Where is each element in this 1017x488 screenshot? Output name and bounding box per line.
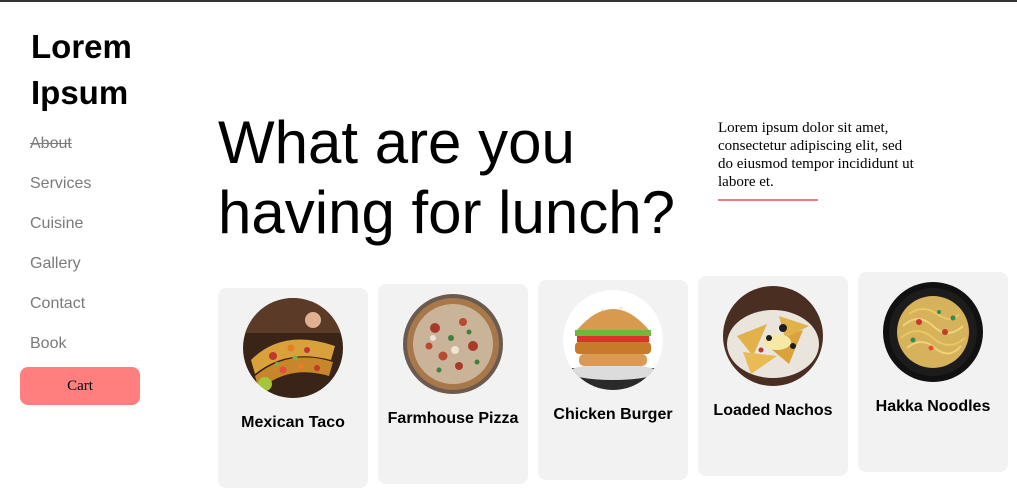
dish-name: Chicken Burger — [553, 406, 673, 423]
nachos-photo — [723, 286, 823, 386]
dish-name: Hakka Noodles — [875, 398, 991, 415]
cart-button[interactable]: Cart — [20, 367, 140, 405]
hero-heading: What are you having for lunch? — [218, 109, 675, 246]
brand-logo[interactable]: Lorem Ipsum — [31, 24, 171, 116]
hero-blurb: Lorem ipsum dolor sit amet, consectetur … — [718, 120, 914, 190]
nav-item-contact[interactable]: Contact — [30, 292, 91, 332]
dish-card-loaded-nachos[interactable]: Loaded Nachos — [698, 276, 848, 476]
dish-card-chicken-burger[interactable]: Chicken Burger — [538, 280, 688, 480]
accent-divider — [718, 199, 818, 201]
dish-name: Loaded Nachos — [713, 402, 833, 419]
nav-item-cuisine[interactable]: Cuisine — [30, 212, 91, 252]
dish-name: Mexican Taco — [241, 414, 345, 431]
nav-item-gallery[interactable]: Gallery — [30, 252, 91, 292]
taco-photo — [243, 298, 343, 398]
noodles-photo — [883, 282, 983, 382]
dish-card-mexican-taco[interactable]: Mexican Taco — [218, 288, 368, 488]
pizza-photo — [403, 294, 503, 394]
main-nav: About Services Cuisine Gallery Contact B… — [30, 132, 91, 372]
nav-item-services[interactable]: Services — [30, 172, 91, 212]
nav-item-book[interactable]: Book — [30, 332, 91, 372]
burger-photo — [563, 290, 663, 390]
dish-name: Farmhouse Pizza — [387, 410, 519, 427]
nav-item-about[interactable]: About — [30, 132, 91, 172]
dish-card-farmhouse-pizza[interactable]: Farmhouse Pizza — [378, 284, 528, 484]
dish-card-hakka-noodles[interactable]: Hakka Noodles — [858, 272, 1008, 472]
